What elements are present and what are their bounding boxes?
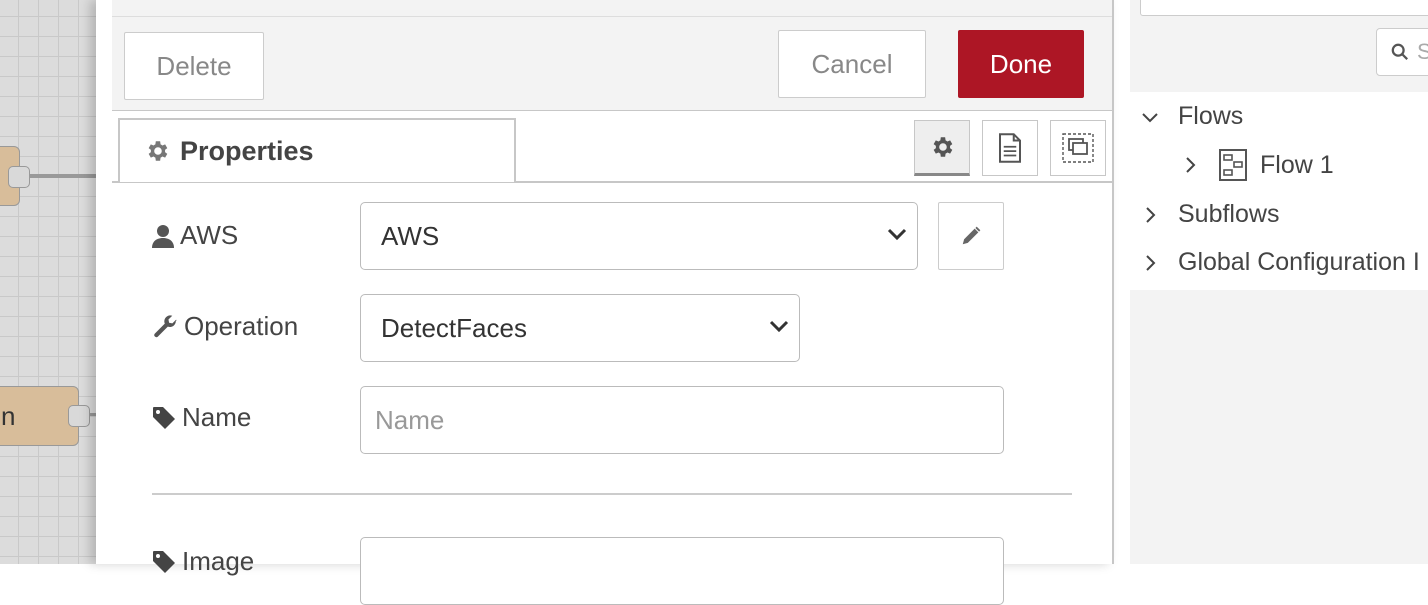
sidebar-empty-area: [1130, 290, 1428, 564]
aws-config-select[interactable]: AWS: [360, 202, 918, 270]
cancel-button[interactable]: Cancel: [778, 30, 926, 98]
node-output-port[interactable]: [8, 166, 30, 188]
chevron-down-icon: [1142, 112, 1158, 122]
tray-header-strip: [112, 0, 1112, 17]
form-divider: [152, 493, 1072, 495]
name-placeholder: Name: [375, 404, 445, 435]
aws-label-text: AWS: [180, 220, 239, 250]
tag-icon: [153, 550, 175, 573]
tree-item-flows-label: Flows: [1178, 102, 1244, 130]
node-label: n: [1, 401, 16, 431]
search-icon: [1391, 43, 1408, 60]
image-label: Image: [152, 546, 254, 577]
node-wire: [28, 174, 98, 178]
chevron-down-icon: [769, 320, 789, 333]
tab-properties-label: Properties: [180, 135, 314, 166]
node-output-port[interactable]: [68, 405, 90, 427]
name-label-text: Name: [182, 402, 252, 432]
chevron-right-icon: [1146, 206, 1156, 223]
appearance-tab-button[interactable]: [1050, 120, 1106, 176]
sidebar-header: S: [1130, 0, 1428, 93]
description-tab-button[interactable]: [982, 120, 1038, 176]
tag-icon: [153, 406, 175, 429]
done-button[interactable]: Done: [958, 30, 1084, 98]
edit-aws-config-button[interactable]: [938, 202, 1004, 270]
flow-icon: [1219, 149, 1247, 181]
operation-value: DetectFaces: [381, 312, 527, 343]
search-placeholder: S: [1417, 39, 1428, 64]
operation-select[interactable]: DetectFaces: [360, 294, 800, 362]
chevron-right-icon: [1146, 254, 1156, 271]
tree-item-flow-1[interactable]: Flow 1: [1180, 148, 1334, 182]
operation-label-text: Operation: [184, 311, 299, 341]
tab-properties[interactable]: Properties: [118, 118, 516, 182]
pencil-icon: [962, 226, 981, 245]
appearance-icon: [1062, 133, 1094, 163]
tree-item-subflows-label: Subflows: [1178, 200, 1280, 228]
info-sidebar: S Flows Flow 1 Subflows Global Configura…: [1130, 0, 1428, 564]
gear-icon: [148, 141, 168, 161]
edit-tray: Delete Cancel Done Properties AWS AWS Op…: [96, 0, 1114, 605]
tree-item-flow-1-label: Flow 1: [1260, 150, 1334, 179]
delete-button[interactable]: Delete: [124, 32, 264, 100]
sidebar-tab-box: [1140, 0, 1428, 16]
image-label-text: Image: [182, 546, 255, 576]
tree-item-flows[interactable]: Flows: [1140, 102, 1243, 131]
tree-item-global-config[interactable]: Global Configuration I: [1140, 248, 1420, 277]
gear-icon: [933, 137, 953, 157]
aws-config-value: AWS: [381, 220, 440, 251]
wrench-icon: [154, 314, 177, 337]
image-input[interactable]: [360, 537, 1004, 605]
operation-label: Operation: [152, 311, 298, 342]
chevron-right-icon: [1186, 157, 1196, 173]
node-settings-tab-button[interactable]: [914, 120, 970, 176]
tree-item-subflows[interactable]: Subflows: [1140, 200, 1279, 229]
search-input[interactable]: S: [1376, 28, 1428, 76]
tree-item-global-config-label: Global Configuration I: [1178, 248, 1420, 276]
name-input[interactable]: Name: [360, 386, 1004, 454]
name-label: Name: [152, 402, 251, 433]
aws-label: AWS: [152, 220, 238, 251]
document-icon: [999, 133, 1021, 163]
user-icon: [152, 224, 174, 248]
chevron-down-icon: [887, 228, 907, 241]
